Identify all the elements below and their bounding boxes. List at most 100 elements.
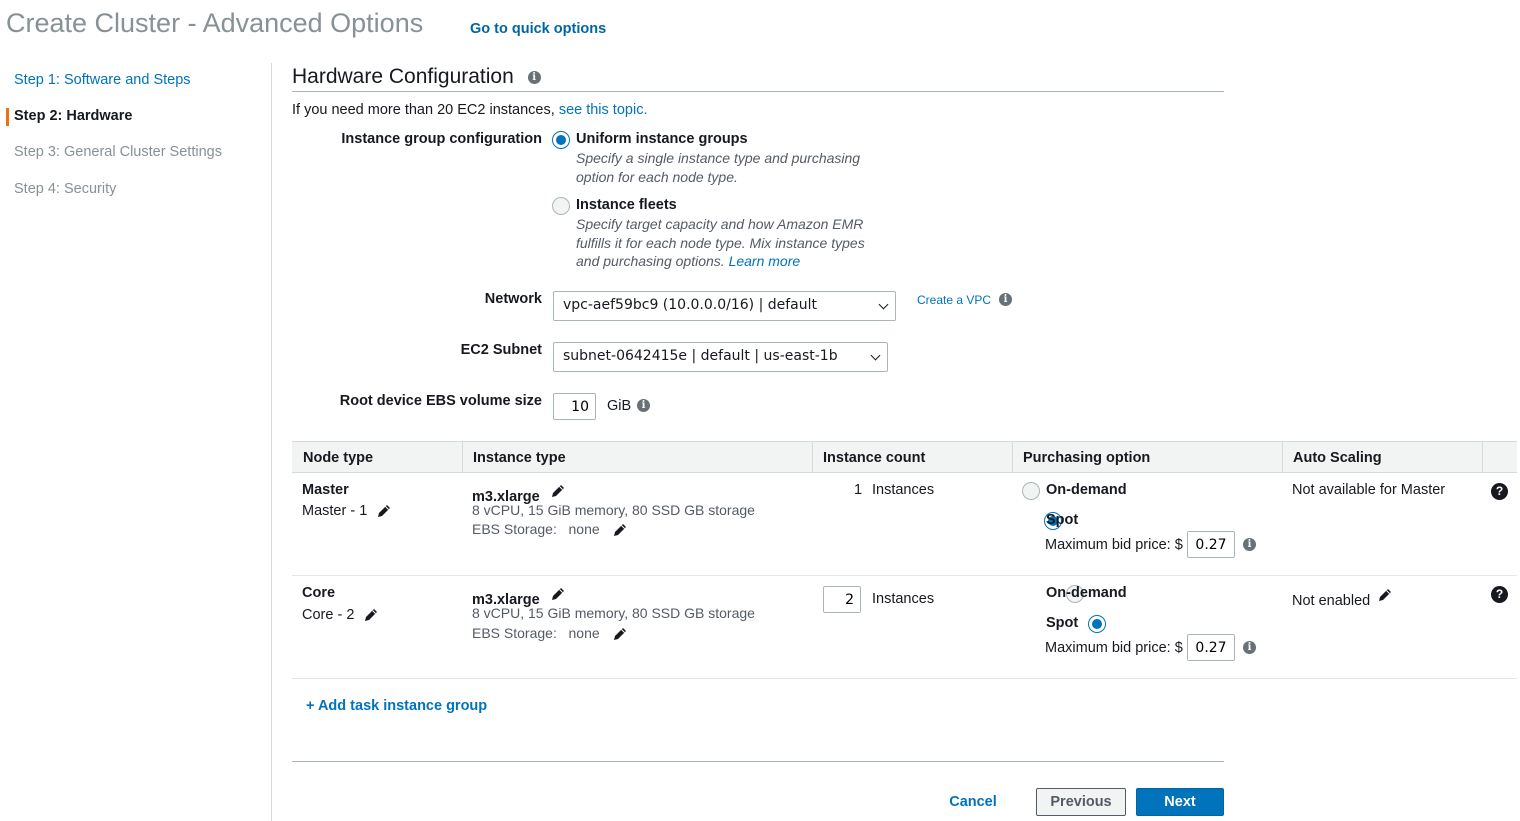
sidebar-step-general-settings: Step 3: General Cluster Settings bbox=[14, 144, 222, 160]
learn-more-link[interactable]: Learn more bbox=[729, 253, 801, 269]
master-bid-price-input[interactable] bbox=[1187, 531, 1235, 558]
go-to-quick-options-link[interactable]: Go to quick options bbox=[470, 21, 606, 37]
column-separator bbox=[462, 442, 463, 473]
info-icon[interactable]: i bbox=[1243, 641, 1256, 654]
core-node-type: Core bbox=[302, 585, 336, 601]
core-spot-label[interactable]: Spot bbox=[1046, 615, 1078, 631]
help-icon[interactable]: ? bbox=[1491, 586, 1508, 603]
instance-fleets-desc: Specify target capacity and how Amazon E… bbox=[576, 215, 865, 271]
pencil-icon[interactable] bbox=[1377, 587, 1393, 603]
core-bid-price-label: Maximum bid price: $ bbox=[1045, 640, 1183, 656]
network-label: Network bbox=[484, 291, 542, 307]
network-select[interactable]: vpc-aef59bc9 (10.0.0.0/16) | default bbox=[553, 291, 896, 321]
active-step-marker bbox=[6, 108, 9, 126]
row-divider bbox=[292, 575, 1517, 576]
master-instance-count: 1 bbox=[854, 482, 863, 498]
ec2-subnet-select[interactable]: subnet-0642415e | default | us-east-1b bbox=[553, 342, 888, 372]
page-title: Create Cluster - Advanced Options bbox=[6, 8, 424, 38]
pencil-icon[interactable] bbox=[376, 503, 392, 519]
see-this-topic-link[interactable]: see this topic. bbox=[559, 102, 648, 118]
pencil-icon[interactable] bbox=[550, 483, 566, 499]
ebs-storage-label: EBS Storage: bbox=[472, 521, 557, 537]
ebs-storage-value: none bbox=[568, 521, 600, 537]
instance-fleets-radio[interactable] bbox=[552, 197, 570, 216]
instance-fleets-option[interactable] bbox=[552, 197, 570, 216]
root-ebs-size-input[interactable] bbox=[553, 393, 596, 420]
ebs-storage-value: none bbox=[568, 625, 600, 641]
desc-line-text: and purchasing options. bbox=[576, 253, 725, 269]
footer-divider bbox=[292, 761, 1224, 762]
uniform-instance-groups-radio[interactable] bbox=[552, 131, 570, 150]
desc-line: fulfills it for each node type. Mix inst… bbox=[576, 234, 865, 251]
master-instance-count-unit: Instances bbox=[872, 482, 935, 498]
core-on-demand-label[interactable]: On-demand bbox=[1046, 585, 1127, 601]
info-icon[interactable]: i bbox=[527, 71, 541, 84]
cancel-button[interactable]: Cancel bbox=[938, 789, 1008, 815]
column-separator bbox=[812, 442, 813, 473]
root-ebs-unit: GiB bbox=[607, 398, 632, 414]
instance-groups-table-header: Node type Instance type Instance count P… bbox=[292, 441, 1517, 473]
pencil-icon[interactable] bbox=[550, 586, 566, 602]
info-icon[interactable]: i bbox=[637, 399, 650, 412]
ec2-subnet-label: EC2 Subnet bbox=[460, 342, 542, 358]
core-instance-count-input[interactable] bbox=[823, 586, 861, 613]
master-instance-desc: 8 vCPU, 15 GiB memory, 80 SSD GB storage bbox=[472, 502, 755, 518]
core-node-sub: Core - 2 bbox=[302, 607, 379, 623]
uniform-instance-groups-desc: Specify a single instance type and purch… bbox=[576, 149, 860, 186]
core-ebs-storage: EBS Storage: none bbox=[472, 625, 628, 642]
section-title-text: Hardware Configuration bbox=[292, 65, 514, 88]
sidebar-step-software[interactable]: Step 1: Software and Steps bbox=[14, 72, 191, 88]
core-bid-price-input[interactable] bbox=[1187, 634, 1235, 661]
info-icon[interactable]: i bbox=[999, 293, 1012, 306]
pencil-icon[interactable] bbox=[363, 607, 379, 623]
core-spot-radio[interactable] bbox=[1087, 615, 1106, 634]
column-separator bbox=[1282, 442, 1283, 473]
column-header-auto-scaling: Auto Scaling bbox=[1293, 450, 1382, 466]
desc-line: and purchasing options. Learn more bbox=[576, 252, 865, 271]
desc-line: Specify target capacity and how Amazon E… bbox=[576, 216, 864, 232]
pencil-icon[interactable] bbox=[612, 522, 628, 538]
instance-fleets-title[interactable]: Instance fleets bbox=[576, 197, 677, 213]
master-node-name: Master - 1 bbox=[302, 503, 368, 519]
master-bid-price-label: Maximum bid price: $ bbox=[1045, 537, 1183, 553]
section-divider bbox=[292, 91, 1224, 92]
section-title: Hardware Configuration i bbox=[292, 65, 541, 89]
create-vpc-link[interactable]: Create a VPC bbox=[917, 293, 991, 307]
add-task-instance-group-link[interactable]: + Add task instance group bbox=[306, 698, 487, 714]
intro-text: If you need more than 20 EC2 instances, … bbox=[292, 102, 647, 118]
intro-text-label: If you need more than 20 EC2 instances, bbox=[292, 102, 555, 118]
ec2-subnet-select-value: subnet-0642415e | default | us-east-1b bbox=[563, 348, 838, 364]
master-on-demand-radio[interactable] bbox=[1022, 482, 1040, 501]
core-auto-scaling: Not enabled bbox=[1292, 587, 1393, 609]
desc-line: option for each node type. bbox=[576, 168, 738, 185]
previous-button[interactable]: Previous bbox=[1036, 788, 1126, 816]
column-separator bbox=[1012, 442, 1013, 473]
uniform-instance-groups-option[interactable] bbox=[552, 131, 570, 150]
root-ebs-size-label: Root device EBS volume size bbox=[339, 393, 542, 409]
core-auto-scaling-value: Not enabled bbox=[1292, 593, 1371, 609]
network-select-value: vpc-aef59bc9 (10.0.0.0/16) | default bbox=[563, 297, 818, 313]
master-auto-scaling: Not available for Master bbox=[1292, 482, 1446, 498]
core-node-name: Core - 2 bbox=[302, 607, 355, 623]
uniform-instance-groups-title[interactable]: Uniform instance groups bbox=[576, 131, 748, 147]
core-instance-count-unit: Instances bbox=[872, 591, 935, 607]
master-spot-label[interactable]: Spot bbox=[1046, 512, 1078, 528]
instance-group-config-label: Instance group configuration bbox=[341, 131, 542, 147]
chevron-down-icon bbox=[878, 299, 889, 310]
sidebar-step-hardware: Step 2: Hardware bbox=[14, 108, 133, 124]
sidebar-step-security: Step 4: Security bbox=[14, 181, 117, 197]
master-ebs-storage: EBS Storage: none bbox=[472, 521, 628, 538]
next-button[interactable]: Next bbox=[1136, 788, 1224, 816]
column-header-instance-count: Instance count bbox=[823, 450, 926, 466]
column-header-node-type: Node type bbox=[303, 450, 374, 466]
master-node-type: Master bbox=[302, 482, 349, 498]
core-instance-desc: 8 vCPU, 15 GiB memory, 80 SSD GB storage bbox=[472, 605, 755, 621]
help-icon[interactable]: ? bbox=[1491, 483, 1508, 500]
column-separator bbox=[1482, 442, 1483, 473]
master-on-demand-label[interactable]: On-demand bbox=[1046, 482, 1127, 498]
pencil-icon[interactable] bbox=[612, 626, 628, 642]
column-header-instance-type: Instance type bbox=[473, 450, 566, 466]
info-icon[interactable]: i bbox=[1243, 538, 1256, 551]
column-header-purchasing-option: Purchasing option bbox=[1023, 450, 1151, 466]
master-node-sub: Master - 1 bbox=[302, 503, 392, 519]
